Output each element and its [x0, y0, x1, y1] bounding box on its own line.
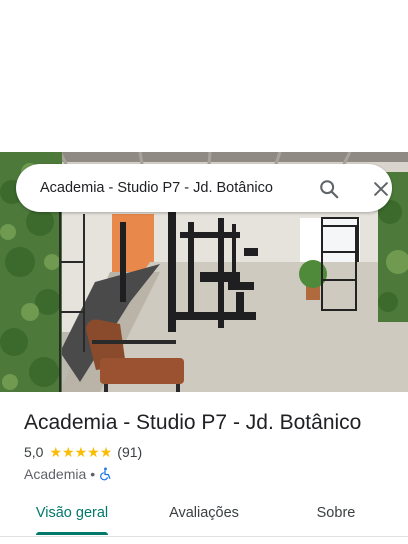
close-icon: [374, 182, 388, 196]
search-bar[interactable]: Academia - Studio P7 - Jd. Botânico: [16, 164, 392, 212]
star-icon: ★: [87, 444, 100, 460]
wheelchair-icon: [100, 467, 111, 481]
rating-stars: ★ ★ ★ ★ ★: [49, 445, 112, 459]
rating-value: 5,0: [24, 444, 44, 460]
active-tab-indicator: [36, 532, 108, 535]
star-icon: ★: [74, 444, 88, 460]
separator: •: [90, 466, 96, 482]
tab-reviews[interactable]: Avaliações: [156, 494, 252, 534]
reviews-count[interactable]: (91): [117, 444, 142, 460]
search-icon: [320, 180, 339, 199]
tab-overview[interactable]: Visão geral: [24, 494, 120, 534]
tabs-divider: [0, 536, 408, 537]
map-blank-area: [0, 0, 408, 152]
place-title: Academia - Studio P7 - Jd. Botânico: [24, 411, 362, 434]
star-icon: ★: [49, 444, 63, 460]
search-input[interactable]: Academia - Studio P7 - Jd. Botânico: [40, 178, 302, 198]
rating-row[interactable]: 5,0 ★ ★ ★ ★ ★ (91): [24, 443, 142, 461]
place-category[interactable]: Academia: [24, 466, 86, 482]
tab-about[interactable]: Sobre: [292, 494, 380, 534]
search-button[interactable]: [316, 176, 342, 202]
close-button[interactable]: [368, 176, 394, 202]
category-row: Academia •: [24, 465, 112, 483]
star-icon: ★: [62, 444, 75, 460]
star-icon: ★: [99, 444, 113, 460]
tab-bar: Visão geral Avaliações Sobre: [0, 494, 408, 536]
